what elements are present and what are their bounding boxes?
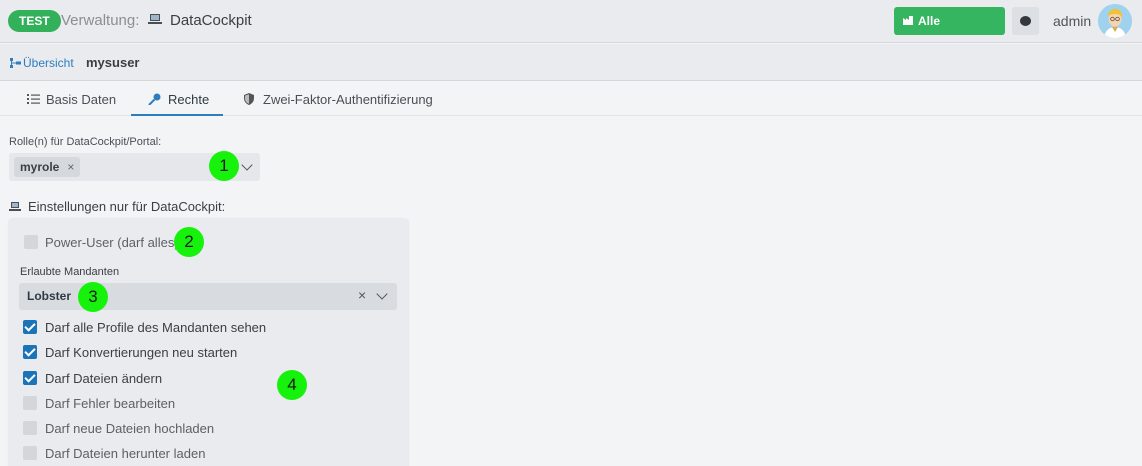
sitemap-icon: [10, 58, 21, 68]
clear-icon[interactable]: ×: [358, 287, 366, 303]
permission-label: Darf Dateien ändern: [45, 371, 163, 386]
breadcrumb-overview-link[interactable]: Übersicht: [23, 56, 74, 70]
tab-label: Zwei-Faktor-Authentifizierung: [263, 92, 433, 107]
all-clients-button[interactable]: Alle Mandanten: [894, 7, 1005, 56]
permission-checkbox-view-profiles[interactable]: [23, 320, 37, 334]
allowed-clients-select[interactable]: Lobster ×: [19, 283, 397, 310]
annotation-marker-4: 4: [277, 370, 307, 400]
settings-title: Einstellungen nur für DataCockpit:: [9, 199, 225, 214]
permission-label: Darf Dateien herunter laden: [45, 446, 206, 461]
power-user-label: Power-User (darf alles): [45, 235, 179, 250]
tab-label: Basis Daten: [46, 92, 117, 107]
settings-title-text: Einstellungen nur für DataCockpit:: [28, 199, 226, 214]
laptop-icon: [9, 202, 21, 211]
role-chip-label: myrole: [20, 160, 60, 174]
chevron-down-icon[interactable]: [376, 288, 388, 300]
user-name[interactable]: admin: [1053, 13, 1091, 29]
environment-badge: TEST: [8, 10, 61, 32]
roles-label: Rolle(n) für DataCockpit/Portal:: [9, 136, 162, 148]
breadcrumb-current: mysuser: [86, 55, 140, 70]
chat-icon: [1020, 16, 1031, 26]
breadcrumb: Übersicht mysuser: [0, 44, 1142, 81]
permission-checkbox-edit-files[interactable]: [23, 371, 37, 385]
role-chip: myrole ×: [14, 157, 81, 177]
annotation-marker-3: 3: [78, 282, 108, 312]
avatar[interactable]: [1098, 4, 1132, 38]
laptop-icon: [148, 13, 162, 28]
annotation-marker-2: 2: [174, 227, 204, 257]
permission-label: Darf Fehler bearbeiten: [45, 396, 176, 411]
permission-label: Darf neue Dateien hochladen: [45, 421, 215, 436]
permission-checkbox-download-files[interactable]: [23, 446, 37, 460]
chip-remove-icon[interactable]: ×: [67, 160, 74, 174]
tab-bar: Basis Daten Rechte Zwei-Faktor-Authentif…: [0, 82, 1142, 116]
chevron-down-icon[interactable]: [241, 159, 253, 171]
user-avatar-icon: [1098, 4, 1132, 38]
allowed-clients-value: Lobster: [27, 289, 72, 303]
tab-label: Rechte: [168, 92, 210, 107]
annotation-marker-1: 1: [209, 151, 239, 181]
power-user-checkbox[interactable]: [24, 235, 38, 249]
permission-label: Darf Konvertierungen neu starten: [45, 345, 238, 360]
permission-checkbox-restart-conversions[interactable]: [23, 345, 37, 359]
allowed-clients-label: Erlaubte Mandanten: [20, 266, 120, 278]
permission-checkbox-edit-errors[interactable]: [23, 396, 37, 410]
permission-checkbox-upload-files[interactable]: [23, 421, 37, 435]
active-tab-indicator: [131, 114, 223, 116]
permission-label: Darf alle Profile des Mandanten sehen: [45, 320, 267, 335]
app-name: DataCockpit: [170, 12, 252, 29]
factory-icon: [903, 16, 913, 25]
list-icon: [27, 94, 40, 104]
chat-button[interactable]: [1012, 7, 1039, 35]
top-bar: TEST Verwaltung: DataCockpit Alle Mandan…: [0, 0, 1142, 56]
shield-icon: [244, 93, 254, 105]
page-title-prefix: Verwaltung:: [61, 12, 140, 29]
key-icon: [148, 93, 161, 105]
